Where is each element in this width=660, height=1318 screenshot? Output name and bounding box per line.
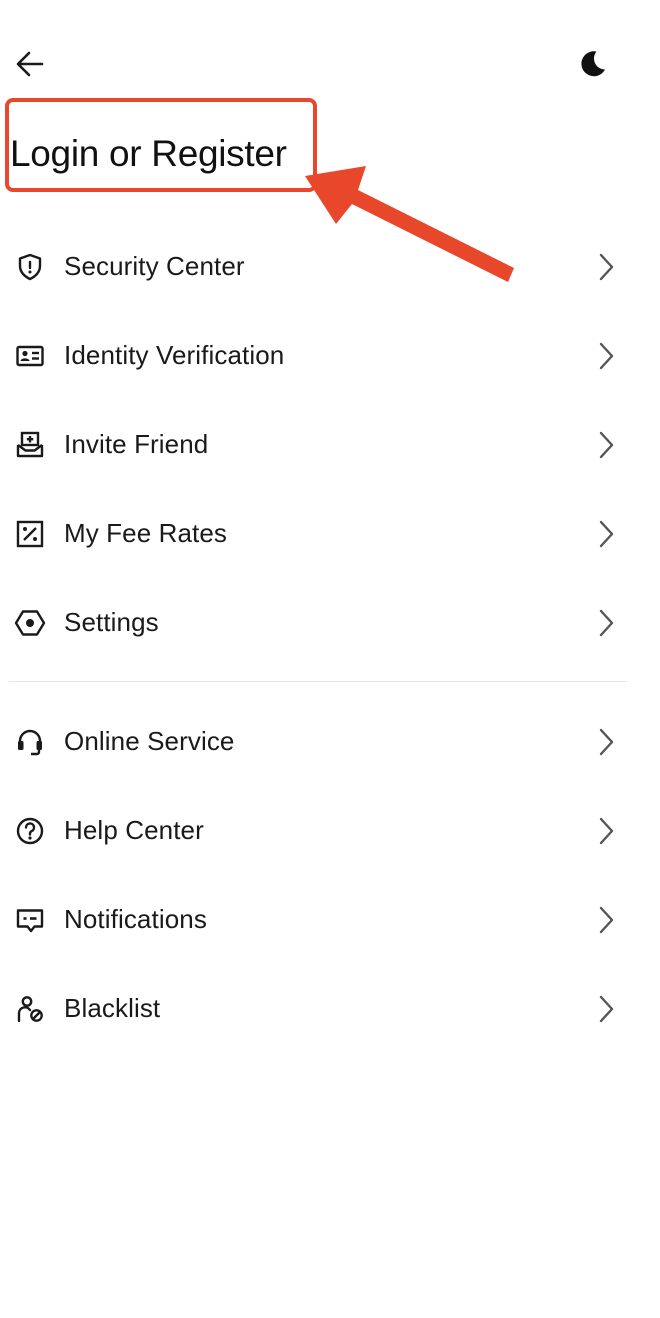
- menu-item-online-service[interactable]: Online Service: [0, 697, 660, 786]
- menu-divider: [9, 681, 627, 682]
- gear-icon: [14, 607, 46, 639]
- headset-icon: [14, 726, 46, 758]
- menu-item-label: Identity Verification: [64, 340, 285, 370]
- chevron-right-icon: [594, 992, 618, 1026]
- chevron-right-icon: [594, 250, 618, 284]
- arrow-left-icon: [16, 51, 44, 77]
- chevron-right-icon: [594, 428, 618, 462]
- menu-item-settings[interactable]: Settings: [0, 578, 660, 667]
- menu-item-label: Online Service: [64, 726, 235, 756]
- login-register-link[interactable]: Login or Register: [10, 126, 287, 182]
- chevron-right-icon: [594, 903, 618, 937]
- chevron-right-icon: [594, 725, 618, 759]
- chevron-right-icon: [594, 339, 618, 373]
- menu-item-blacklist[interactable]: Blacklist: [0, 964, 660, 1053]
- menu-item-my-fee-rates[interactable]: My Fee Rates: [0, 489, 660, 578]
- menu-item-invite-friend[interactable]: Invite Friend: [0, 400, 660, 489]
- menu-item-help-center[interactable]: Help Center: [0, 786, 660, 875]
- menu-item-label: Settings: [64, 607, 159, 637]
- account-menu: Security Center Identity Verification In…: [0, 222, 660, 667]
- percent-icon: [14, 518, 46, 550]
- chevron-right-icon: [594, 814, 618, 848]
- theme-toggle-button[interactable]: [570, 42, 614, 86]
- shield-icon: [14, 251, 46, 283]
- menu-item-label: Security Center: [64, 251, 245, 281]
- moon-icon: [581, 51, 605, 77]
- chevron-right-icon: [594, 517, 618, 551]
- menu-item-label: Blacklist: [64, 993, 161, 1023]
- menu-item-security-center[interactable]: Security Center: [0, 222, 660, 311]
- user-blocked-icon: [14, 993, 46, 1025]
- chevron-right-icon: [594, 606, 618, 640]
- id-card-icon: [14, 340, 46, 372]
- menu-item-notifications[interactable]: Notifications: [0, 875, 660, 964]
- invite-inbox-icon: [14, 429, 46, 461]
- menu-item-identity-verification[interactable]: Identity Verification: [0, 311, 660, 400]
- menu-item-label: My Fee Rates: [64, 518, 228, 548]
- menu-item-label: Invite Friend: [64, 429, 209, 459]
- message-icon: [14, 904, 46, 936]
- back-button[interactable]: [8, 42, 52, 86]
- menu-item-label: Help Center: [64, 815, 204, 845]
- support-menu: Online Service Help Center Notifications: [0, 697, 660, 1053]
- question-circle-icon: [14, 815, 46, 847]
- menu-item-label: Notifications: [64, 904, 207, 934]
